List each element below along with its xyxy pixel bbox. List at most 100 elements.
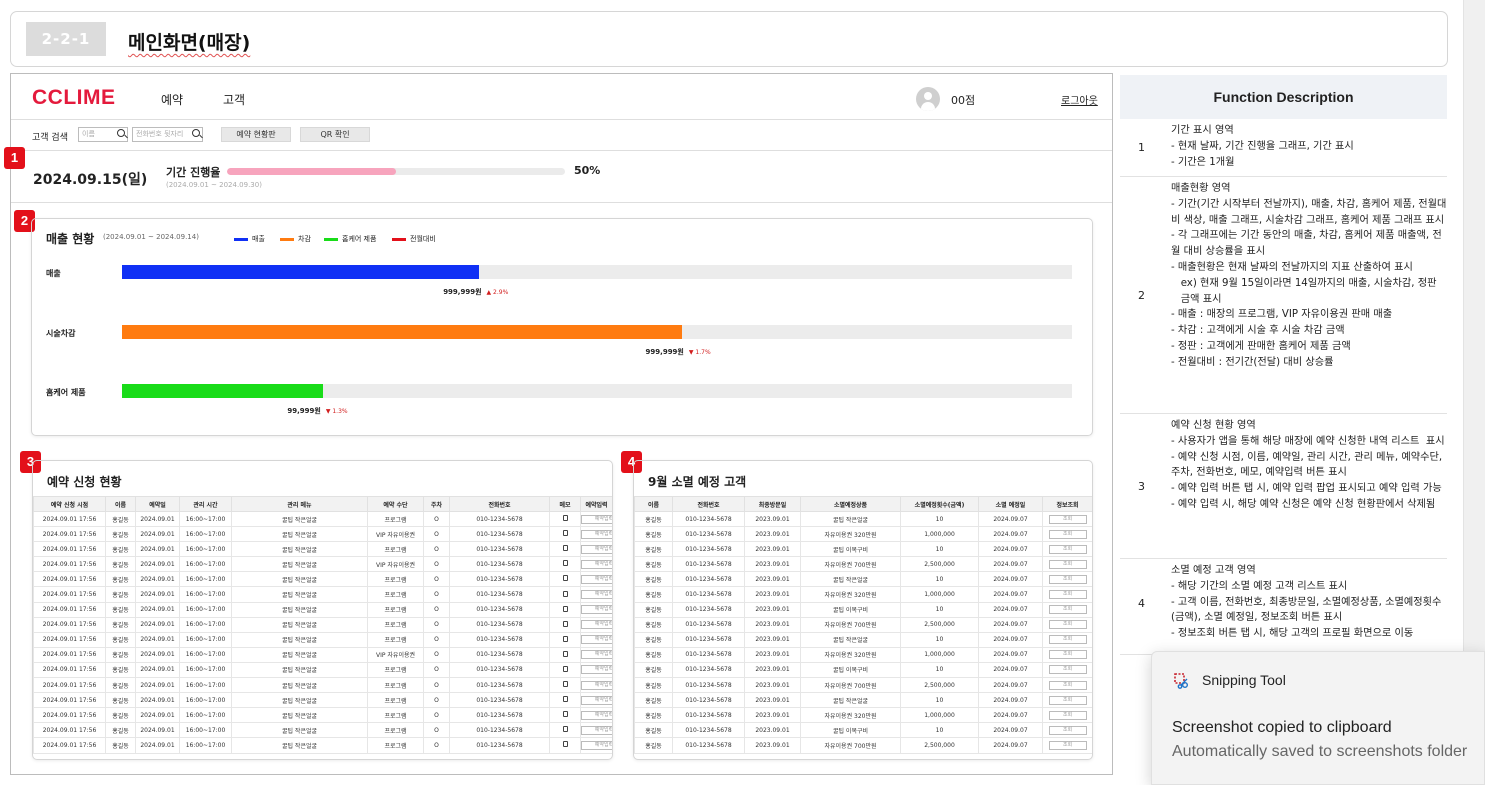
reservation-input-button[interactable]: 예약입력 (581, 574, 612, 584)
table-row[interactable]: 2024.09.01 17:56 홍길동 2024.09.01 16:00~17:00… (33, 707, 612, 724)
reservation-input-button[interactable]: 예약입력 (581, 559, 612, 569)
reservation-input-button[interactable]: 예약입력 (581, 544, 612, 554)
memo-icon[interactable] (562, 530, 568, 537)
reservation-input-button[interactable]: 예약입력 (581, 740, 612, 750)
table-row[interactable]: 2024.09.01 17:56 홍길동 2024.09.01 16:00~17:00… (33, 526, 612, 543)
name-search-input[interactable]: 이름 (78, 127, 128, 142)
info-lookup-button[interactable]: 조회 (1048, 574, 1087, 584)
table-row[interactable]: 2024.09.01 17:56 홍길동 2024.09.01 16:00~17:00… (33, 677, 612, 694)
action-cell: 조회 (1042, 541, 1092, 558)
info-lookup-button[interactable]: 조회 (1048, 559, 1087, 569)
table-row[interactable]: 2024.09.01 17:56 홍길동 2024.09.01 16:00~17:00… (33, 616, 612, 633)
table-row[interactable]: 2024.09.01 17:56 홍길동 2024.09.01 16:00~17:00… (33, 586, 612, 603)
info-lookup-button[interactable]: 조회 (1048, 665, 1087, 675)
logout-link[interactable]: 로그아웃 (1061, 92, 1098, 107)
info-lookup-button[interactable]: 조회 (1048, 635, 1087, 645)
table-row[interactable]: 홍길동 010-1234-5678 2023.09.01 꿀팁 이목구비 10 2024.… (634, 601, 1092, 618)
memo-icon[interactable] (562, 650, 568, 657)
table-row[interactable]: 2024.09.01 17:56 홍길동 2024.09.01 16:00~17:00… (33, 737, 612, 754)
info-lookup-button[interactable]: 조회 (1048, 514, 1087, 524)
table-cell: 10 (900, 661, 979, 679)
info-lookup-button[interactable]: 조회 (1048, 725, 1087, 735)
memo-icon[interactable] (562, 545, 568, 552)
memo-icon[interactable] (562, 696, 568, 703)
table-row[interactable]: 홍길동 010-1234-5678 2023.09.01 꿀팁 이목구비 10 2024.… (634, 661, 1092, 679)
info-lookup-button[interactable]: 조회 (1048, 544, 1087, 554)
table-row[interactable]: 홍길동 010-1234-5678 2023.09.01 꿀팁 작은얼굴 10 2024.… (634, 692, 1092, 709)
info-lookup-button[interactable]: 조회 (1048, 620, 1087, 630)
table-row[interactable]: 2024.09.01 17:56 홍길동 2024.09.01 16:00~17:00… (33, 510, 612, 528)
table-row[interactable]: 홍길동 010-1234-5678 2023.09.01 자유이용권 700만원 2,5… (634, 737, 1092, 754)
search-icon[interactable] (192, 129, 200, 137)
reservation-input-button[interactable]: 예약입력 (581, 529, 612, 539)
table-row[interactable]: 2024.09.01 17:56 홍길동 2024.09.01 16:00~17:00… (33, 646, 612, 663)
table-row[interactable]: 홍길동 010-1234-5678 2023.09.01 자유이용권 700만원 2,5… (634, 677, 1092, 694)
reservation-input-button[interactable]: 예약입력 (581, 620, 612, 630)
table-row[interactable]: 홍길동 010-1234-5678 2023.09.01 자유이용권 700만원 2,5… (634, 556, 1092, 573)
table-cell: 홍길동 (634, 510, 673, 528)
memo-icon[interactable] (562, 741, 568, 748)
table-row[interactable]: 2024.09.01 17:56 홍길동 2024.09.01 16:00~17:00… (33, 541, 612, 558)
table-cell: 16:00~17:00 (179, 510, 232, 528)
reservation-input-button[interactable]: 예약입력 (581, 590, 612, 600)
info-lookup-button[interactable]: 조회 (1048, 710, 1087, 720)
info-lookup-button[interactable]: 조회 (1048, 740, 1087, 750)
memo-icon[interactable] (562, 665, 568, 672)
reservation-input-button[interactable]: 예약입력 (581, 650, 612, 660)
info-lookup-button[interactable]: 조회 (1048, 590, 1087, 600)
table-row[interactable]: 홍길동 010-1234-5678 2023.09.01 꿀팁 이목구비 10 2024.… (634, 722, 1092, 739)
table-row[interactable]: 2024.09.01 17:56 홍길동 2024.09.01 16:00~17:00… (33, 556, 612, 573)
table-row[interactable]: 홍길동 010-1234-5678 2023.09.01 자유이용권 320만원 1,0… (634, 586, 1092, 603)
memo-icon[interactable] (562, 575, 568, 582)
info-lookup-button[interactable]: 조회 (1048, 680, 1087, 690)
reservation-input-button[interactable]: 예약입력 (581, 665, 612, 675)
reservation-input-button[interactable]: 예약입력 (581, 680, 612, 690)
memo-icon[interactable] (562, 681, 568, 688)
nav-item-customer[interactable]: 고객 (223, 91, 245, 108)
memo-icon[interactable] (562, 590, 568, 597)
search-icon[interactable] (117, 129, 125, 137)
reservation-input-button[interactable]: 예약입력 (581, 710, 612, 720)
memo-icon[interactable] (562, 515, 568, 522)
info-lookup-button[interactable]: 조회 (1048, 650, 1087, 660)
reservation-input-button[interactable]: 예약입력 (581, 514, 612, 524)
table-cell: 2023.09.01 (744, 722, 801, 739)
info-lookup-button[interactable]: 조회 (1048, 695, 1087, 705)
sales-bar-track (122, 325, 1072, 339)
memo-cell (549, 541, 581, 558)
reservation-input-button[interactable]: 예약입력 (581, 725, 612, 735)
nav-item-reservation[interactable]: 예약 (161, 91, 183, 108)
column-header: 예약입력 (580, 496, 612, 512)
app-logo[interactable]: CCLIME (32, 86, 116, 110)
table-row[interactable]: 홍길동 010-1234-5678 2023.09.01 자유이용권 320만원 1,0… (634, 707, 1092, 724)
info-lookup-button[interactable]: 조회 (1048, 529, 1087, 539)
memo-icon[interactable] (562, 560, 568, 567)
memo-icon[interactable] (562, 605, 568, 612)
table-row[interactable]: 2024.09.01 17:56 홍길동 2024.09.01 16:00~17:00… (33, 631, 612, 648)
table-row[interactable]: 홍길동 010-1234-5678 2023.09.01 자유이용권 700만원 2,5… (634, 616, 1092, 633)
table-row[interactable]: 2024.09.01 17:56 홍길동 2024.09.01 16:00~17:00… (33, 661, 612, 679)
reservation-input-button[interactable]: 예약입력 (581, 695, 612, 705)
qr-check-button[interactable]: QR 확인 (300, 127, 370, 142)
table-row[interactable]: 홍길동 010-1234-5678 2023.09.01 자유이용권 320만원 1,0… (634, 526, 1092, 543)
table-row[interactable]: 2024.09.01 17:56 홍길동 2024.09.01 16:00~17:00… (33, 601, 612, 618)
reservation-input-button[interactable]: 예약입력 (581, 605, 612, 615)
phone-search-input[interactable]: 전화번호 뒷자리 (132, 127, 203, 142)
table-row[interactable]: 홍길동 010-1234-5678 2023.09.01 꿀팁 이목구비 10 2024.… (634, 541, 1092, 558)
table-row[interactable]: 홍길동 010-1234-5678 2023.09.01 꿀팁 작은얼굴 10 2024.… (634, 631, 1092, 648)
info-lookup-button[interactable]: 조회 (1048, 605, 1087, 615)
memo-icon[interactable] (562, 635, 568, 642)
table-row[interactable]: 2024.09.01 17:56 홍길동 2024.09.01 16:00~17:00… (33, 722, 612, 739)
table-row[interactable]: 홍길동 010-1234-5678 2023.09.01 꿀팁 작은얼굴 10 2024.… (634, 510, 1092, 528)
memo-icon[interactable] (562, 620, 568, 627)
reservation-input-button[interactable]: 예약입력 (581, 635, 612, 645)
memo-icon[interactable] (562, 711, 568, 718)
table-row[interactable]: 2024.09.01 17:56 홍길동 2024.09.01 16:00~17:00… (33, 571, 612, 588)
snipping-tool-notification[interactable]: Snipping Tool Screenshot copied to clipb… (1151, 651, 1485, 785)
memo-icon[interactable] (562, 726, 568, 733)
reservation-board-button[interactable]: 예약 현황판 (221, 127, 291, 142)
sales-bar-value: 999,999원 ▲ 2.9% (443, 287, 508, 297)
table-row[interactable]: 홍길동 010-1234-5678 2023.09.01 자유이용권 320만원 1,0… (634, 646, 1092, 663)
table-row[interactable]: 2024.09.01 17:56 홍길동 2024.09.01 16:00~17:00… (33, 692, 612, 709)
table-row[interactable]: 홍길동 010-1234-5678 2023.09.01 꿀팁 작은얼굴 10 2024.… (634, 571, 1092, 588)
